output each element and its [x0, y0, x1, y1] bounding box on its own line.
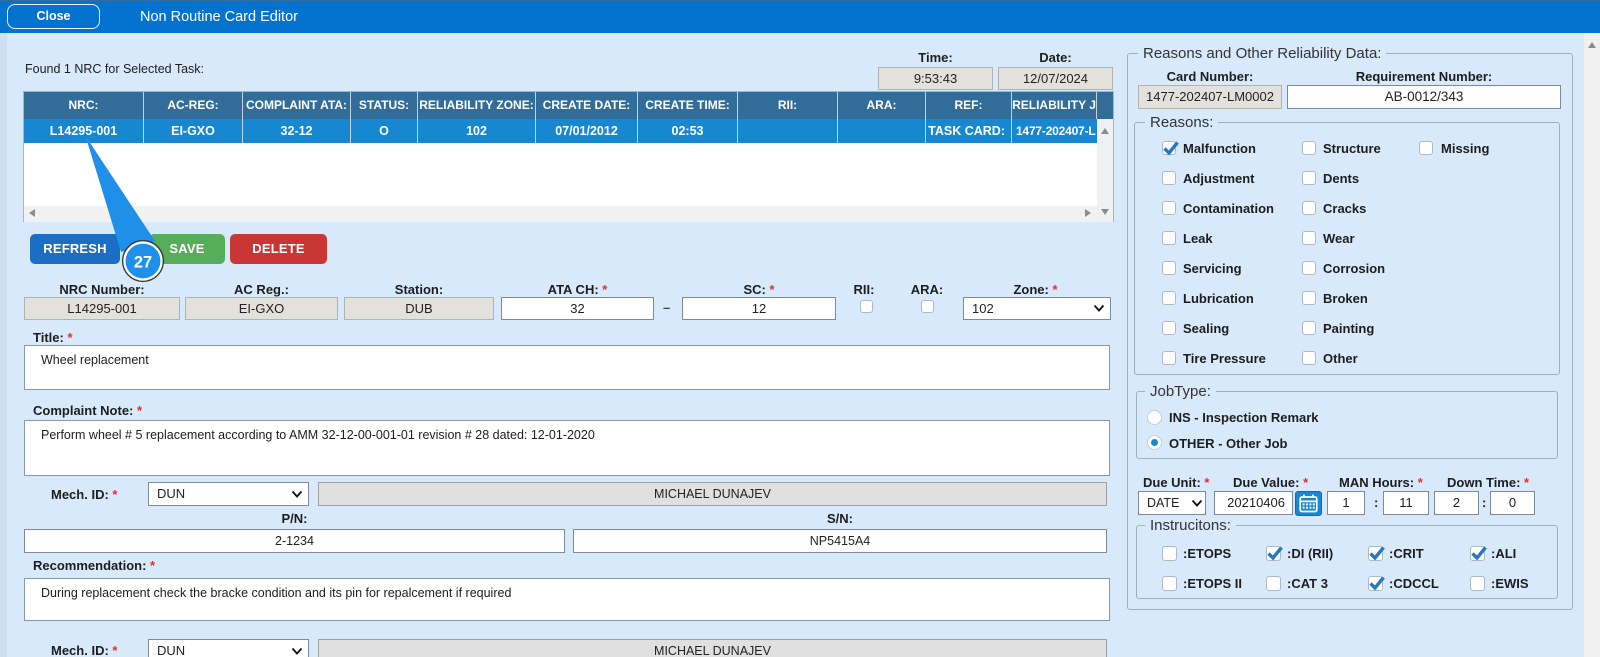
svg-text:27: 27 [134, 254, 152, 272]
